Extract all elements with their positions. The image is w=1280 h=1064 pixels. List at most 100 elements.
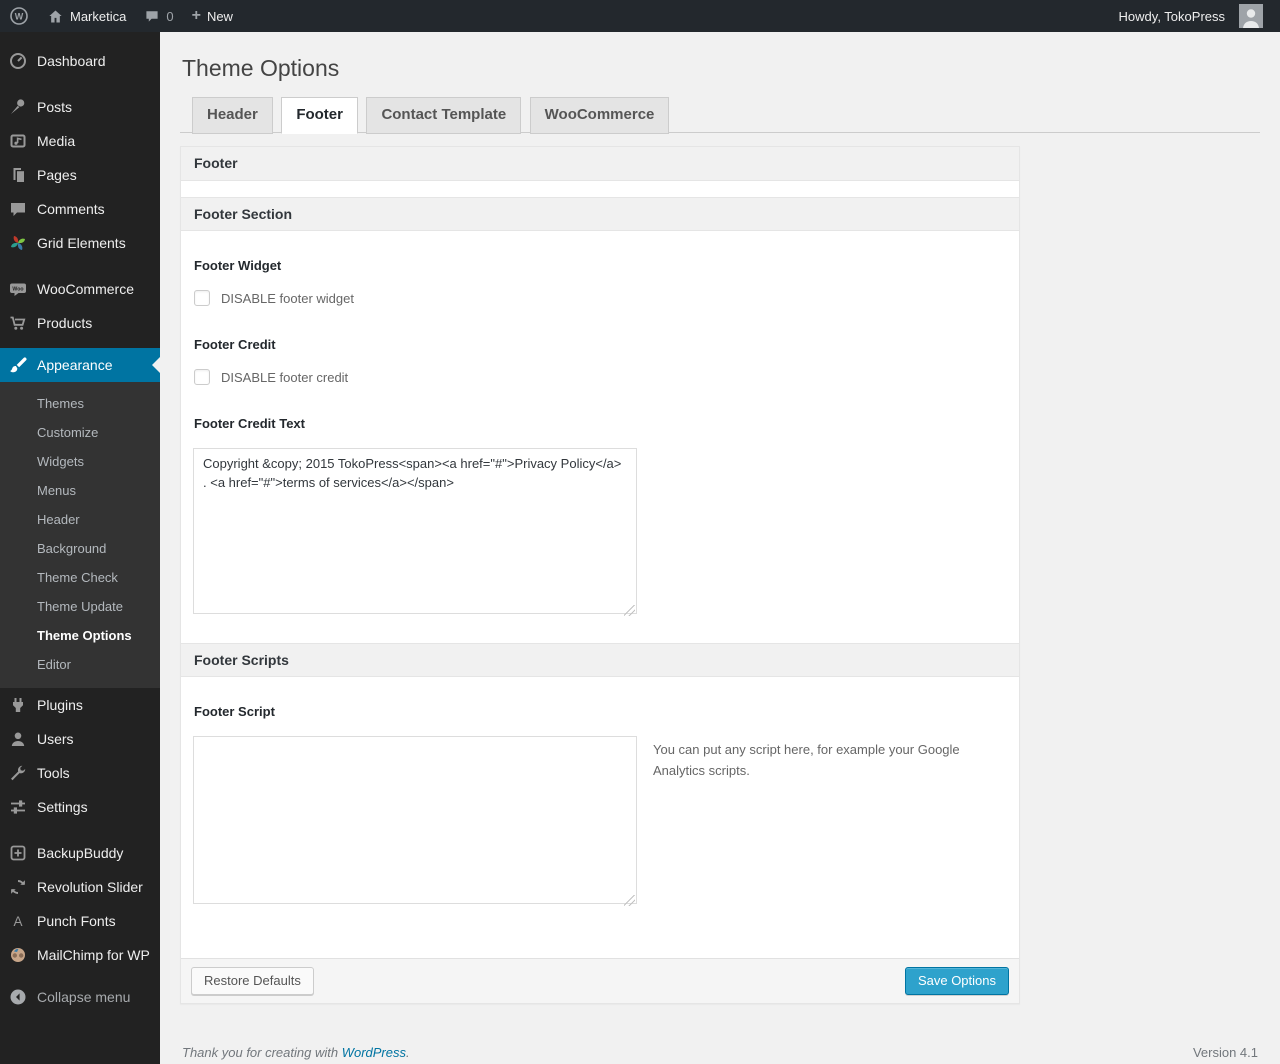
submenu-item-editor[interactable]: Editor (0, 650, 160, 679)
sidebar-item-mailchimp[interactable]: MailChimp for WP (0, 938, 160, 972)
svg-text:W: W (15, 11, 24, 21)
appearance-submenu: Themes Customize Widgets Menus Header Ba… (0, 382, 160, 688)
submenu-item-menus[interactable]: Menus (0, 476, 160, 505)
svg-text:A: A (13, 914, 22, 929)
footer-credit-label: Footer Credit (194, 337, 276, 352)
menu-separator (0, 260, 160, 272)
wordpress-logo-icon: W (9, 6, 29, 26)
footer-section-body: Footer Widget DISABLE footer widget Foot… (181, 231, 1019, 643)
submenu-item-widgets[interactable]: Widgets (0, 447, 160, 476)
sidebar-item-woocommerce[interactable]: Woo WooCommerce (0, 272, 160, 306)
new-label: New (206, 8, 233, 24)
footer-credit-checkbox[interactable] (194, 369, 210, 385)
submenu-item-theme-check[interactable]: Theme Check (0, 563, 160, 592)
footer-script-help: You can put any script here, for example… (653, 742, 960, 778)
footer-script-wrap (193, 736, 637, 909)
howdy-label: Howdy, TokoPress (1118, 8, 1225, 24)
admin-bar: W Marketica 0 + New Howdy, TokoPress (0, 0, 1280, 32)
comments-indicator[interactable]: 0 (135, 0, 182, 32)
sidebar-item-backupbuddy[interactable]: BackupBuddy (0, 836, 160, 870)
submenu-item-background[interactable]: Background (0, 534, 160, 563)
submenu-item-theme-update[interactable]: Theme Update (0, 592, 160, 621)
admin-menu: Dashboard Posts Media Pages Comments Gri… (0, 32, 160, 1064)
wrench-icon (8, 763, 28, 783)
refresh-icon (8, 877, 28, 897)
sidebar-item-products[interactable]: Products (0, 306, 160, 340)
restore-defaults-button[interactable]: Restore Defaults (191, 967, 314, 995)
tab-header[interactable]: Header (192, 97, 273, 134)
footer-scripts-body: Footer Script You can put any script her… (181, 677, 1019, 958)
footer-script-row: You can put any script here, for example… (193, 736, 1007, 909)
menu-separator (0, 340, 160, 348)
footer-credit-text-wrap: Copyright &copy; 2015 TokoPress<span><a … (193, 448, 637, 619)
sidebar-item-posts[interactable]: Posts (0, 90, 160, 124)
sidebar-item-dashboard[interactable]: Dashboard (0, 44, 160, 78)
media-icon (8, 131, 28, 151)
footer-credit-checkbox-label: DISABLE footer credit (221, 369, 349, 385)
grid-elements-icon (8, 233, 28, 253)
site-name-link[interactable]: Marketica (38, 0, 135, 32)
sidebar-item-punch-fonts[interactable]: A Punch Fonts (0, 904, 160, 938)
comment-count: 0 (166, 8, 174, 24)
account-menu[interactable]: Howdy, TokoPress (1110, 0, 1272, 32)
sidebar-item-pages[interactable]: Pages (0, 158, 160, 192)
wordpress-link[interactable]: WordPress (342, 1045, 406, 1060)
pages-icon (8, 165, 28, 185)
sidebar-item-settings[interactable]: Settings (0, 790, 160, 824)
plugin-icon (8, 695, 28, 715)
sidebar-item-tools[interactable]: Tools (0, 756, 160, 790)
resize-grip[interactable] (624, 605, 635, 616)
sidebar-item-revolution-slider[interactable]: Revolution Slider (0, 870, 160, 904)
footer-thanks: Thank you for creating with WordPress. (182, 1045, 410, 1060)
brush-icon (8, 355, 28, 375)
letter-a-icon: A (8, 911, 28, 931)
avatar (1239, 4, 1263, 28)
submenu-item-header[interactable]: Header (0, 505, 160, 534)
dashboard-icon (8, 51, 28, 71)
pin-icon (8, 97, 28, 117)
user-icon (8, 729, 28, 749)
menu-separator (0, 972, 160, 980)
admin-bar-left: W Marketica 0 + New (0, 0, 242, 32)
cart-icon (8, 313, 28, 333)
footer-credit-text-input[interactable]: Copyright &copy; 2015 TokoPress<span><a … (193, 448, 637, 614)
sidebar-item-grid-elements[interactable]: Grid Elements (0, 226, 160, 260)
footer-script-input[interactable] (193, 736, 637, 904)
tab-contact-template[interactable]: Contact Template (366, 97, 522, 134)
submenu-item-theme-options[interactable]: Theme Options (0, 621, 160, 650)
footer-credit-checkbox-row[interactable]: DISABLE footer credit (194, 369, 1007, 385)
submenu-item-customize[interactable]: Customize (0, 418, 160, 447)
sliders-icon (8, 797, 28, 817)
sidebar-item-comments[interactable]: Comments (0, 192, 160, 226)
content-area: Theme Options Header Footer Contact Temp… (160, 32, 1280, 1064)
footer-widget-checkbox-row[interactable]: DISABLE footer widget (194, 290, 1007, 306)
footer-widget-label: Footer Widget (194, 258, 282, 273)
tab-woocommerce[interactable]: WooCommerce (529, 97, 670, 134)
tab-footer[interactable]: Footer (281, 97, 358, 134)
save-options-button[interactable]: Save Options (904, 967, 1009, 995)
section-header-footer-section: Footer Section (181, 197, 1019, 231)
footer-widget-checkbox[interactable] (194, 290, 210, 306)
panel-gap (181, 181, 1019, 197)
resize-grip[interactable] (624, 895, 635, 906)
svg-text:Woo: Woo (12, 286, 23, 292)
submenu-item-themes[interactable]: Themes (0, 389, 160, 418)
sidebar-item-appearance[interactable]: Appearance (0, 348, 160, 382)
sidebar-item-media[interactable]: Media (0, 124, 160, 158)
collapse-menu-button[interactable]: Collapse menu (0, 980, 160, 1014)
sidebar-item-plugins[interactable]: Plugins (0, 688, 160, 722)
menu-separator (0, 824, 160, 836)
tab-bar: Header Footer Contact Template WooCommer… (180, 96, 1260, 134)
new-content-button[interactable]: + New (183, 0, 242, 32)
footer-widget-checkbox-label: DISABLE footer widget (221, 290, 354, 306)
page-footer: Thank you for creating with WordPress. V… (180, 1045, 1260, 1060)
backup-icon (8, 843, 28, 863)
plus-icon: + (191, 7, 201, 24)
collapse-arrow-icon (8, 987, 28, 1007)
sidebar-item-users[interactable]: Users (0, 722, 160, 756)
version-label: Version 4.1 (1192, 1045, 1258, 1060)
woocommerce-icon: Woo (8, 279, 28, 299)
wp-logo-menu[interactable]: W (0, 0, 38, 32)
section-header-footer-scripts: Footer Scripts (181, 643, 1019, 677)
home-icon (47, 8, 64, 25)
